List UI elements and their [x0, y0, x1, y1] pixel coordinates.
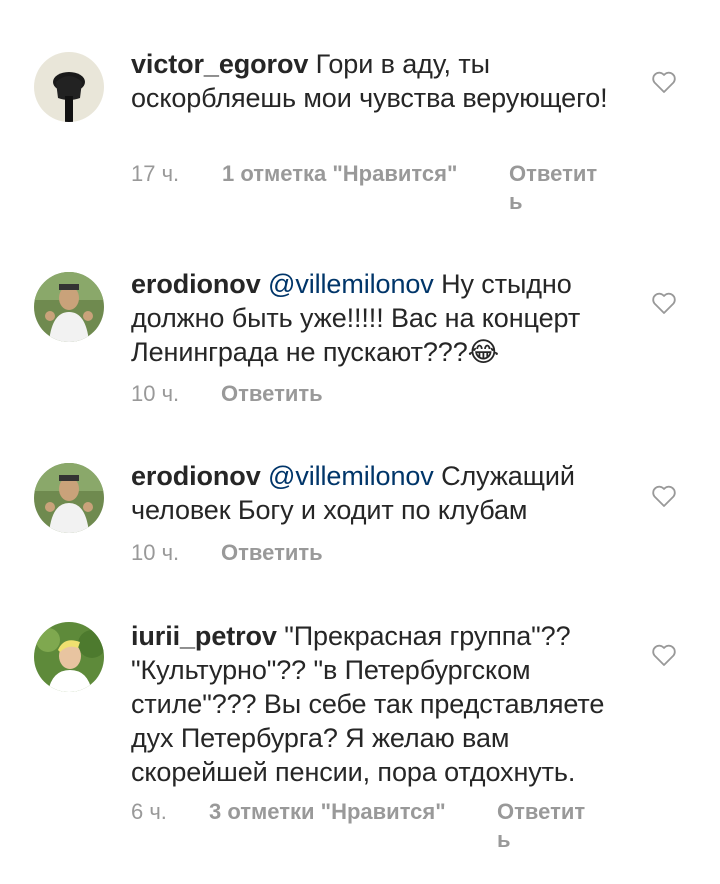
comment-time: 10 ч.	[131, 540, 180, 565]
comment-time: 6 ч.	[131, 799, 167, 824]
comment-likes-count[interactable]: 1 отметка "Нравится"	[222, 160, 457, 188]
comment-text-block: iurii_petrov "Прекрасная группа"?? "Куль…	[131, 619, 631, 789]
heart-outline-icon[interactable]	[651, 643, 677, 667]
comment-likes-count[interactable]: 3 отметки "Нравится"	[209, 798, 446, 826]
comment-text-block: erodionov @villemilonov Служащий человек…	[131, 459, 631, 527]
heart-outline-icon[interactable]	[651, 484, 677, 508]
comment-text-block: erodionov @villemilonov Ну стыдно должно…	[131, 267, 631, 369]
comment-meta: 17 ч. 1 отметка "Нравится" Ответить	[131, 160, 597, 214]
comment-text-block: victor_egorov Гори в аду, ты оскорбляешь…	[131, 47, 631, 115]
avatar[interactable]	[34, 622, 104, 692]
reply-button[interactable]: Ответить	[221, 539, 323, 567]
reply-button[interactable]: Ответить	[221, 380, 323, 408]
comment-time: 10 ч.	[131, 381, 180, 406]
comment-username[interactable]: erodionov	[131, 269, 261, 299]
comment-meta: 10 ч. Ответить	[131, 539, 323, 567]
comment-username[interactable]: erodionov	[131, 461, 261, 491]
comment-mention[interactable]: @villemilonov	[268, 461, 434, 491]
reply-button[interactable]: Ответить	[509, 160, 599, 216]
avatar[interactable]	[34, 272, 104, 342]
comment-meta: 10 ч. Ответить	[131, 380, 323, 408]
comment-username[interactable]: victor_egorov	[131, 49, 308, 79]
comment-mention[interactable]: @villemilonov	[268, 269, 434, 299]
heart-outline-icon[interactable]	[651, 70, 677, 94]
comment-username[interactable]: iurii_petrov	[131, 621, 277, 651]
avatar[interactable]	[34, 52, 104, 122]
avatar[interactable]	[34, 463, 104, 533]
comment-meta: 6 ч. 3 отметки "Нравится" Ответить	[131, 798, 585, 852]
heart-outline-icon[interactable]	[651, 291, 677, 315]
comment-time: 17 ч.	[131, 161, 180, 186]
reply-button[interactable]: Ответить	[497, 798, 587, 854]
